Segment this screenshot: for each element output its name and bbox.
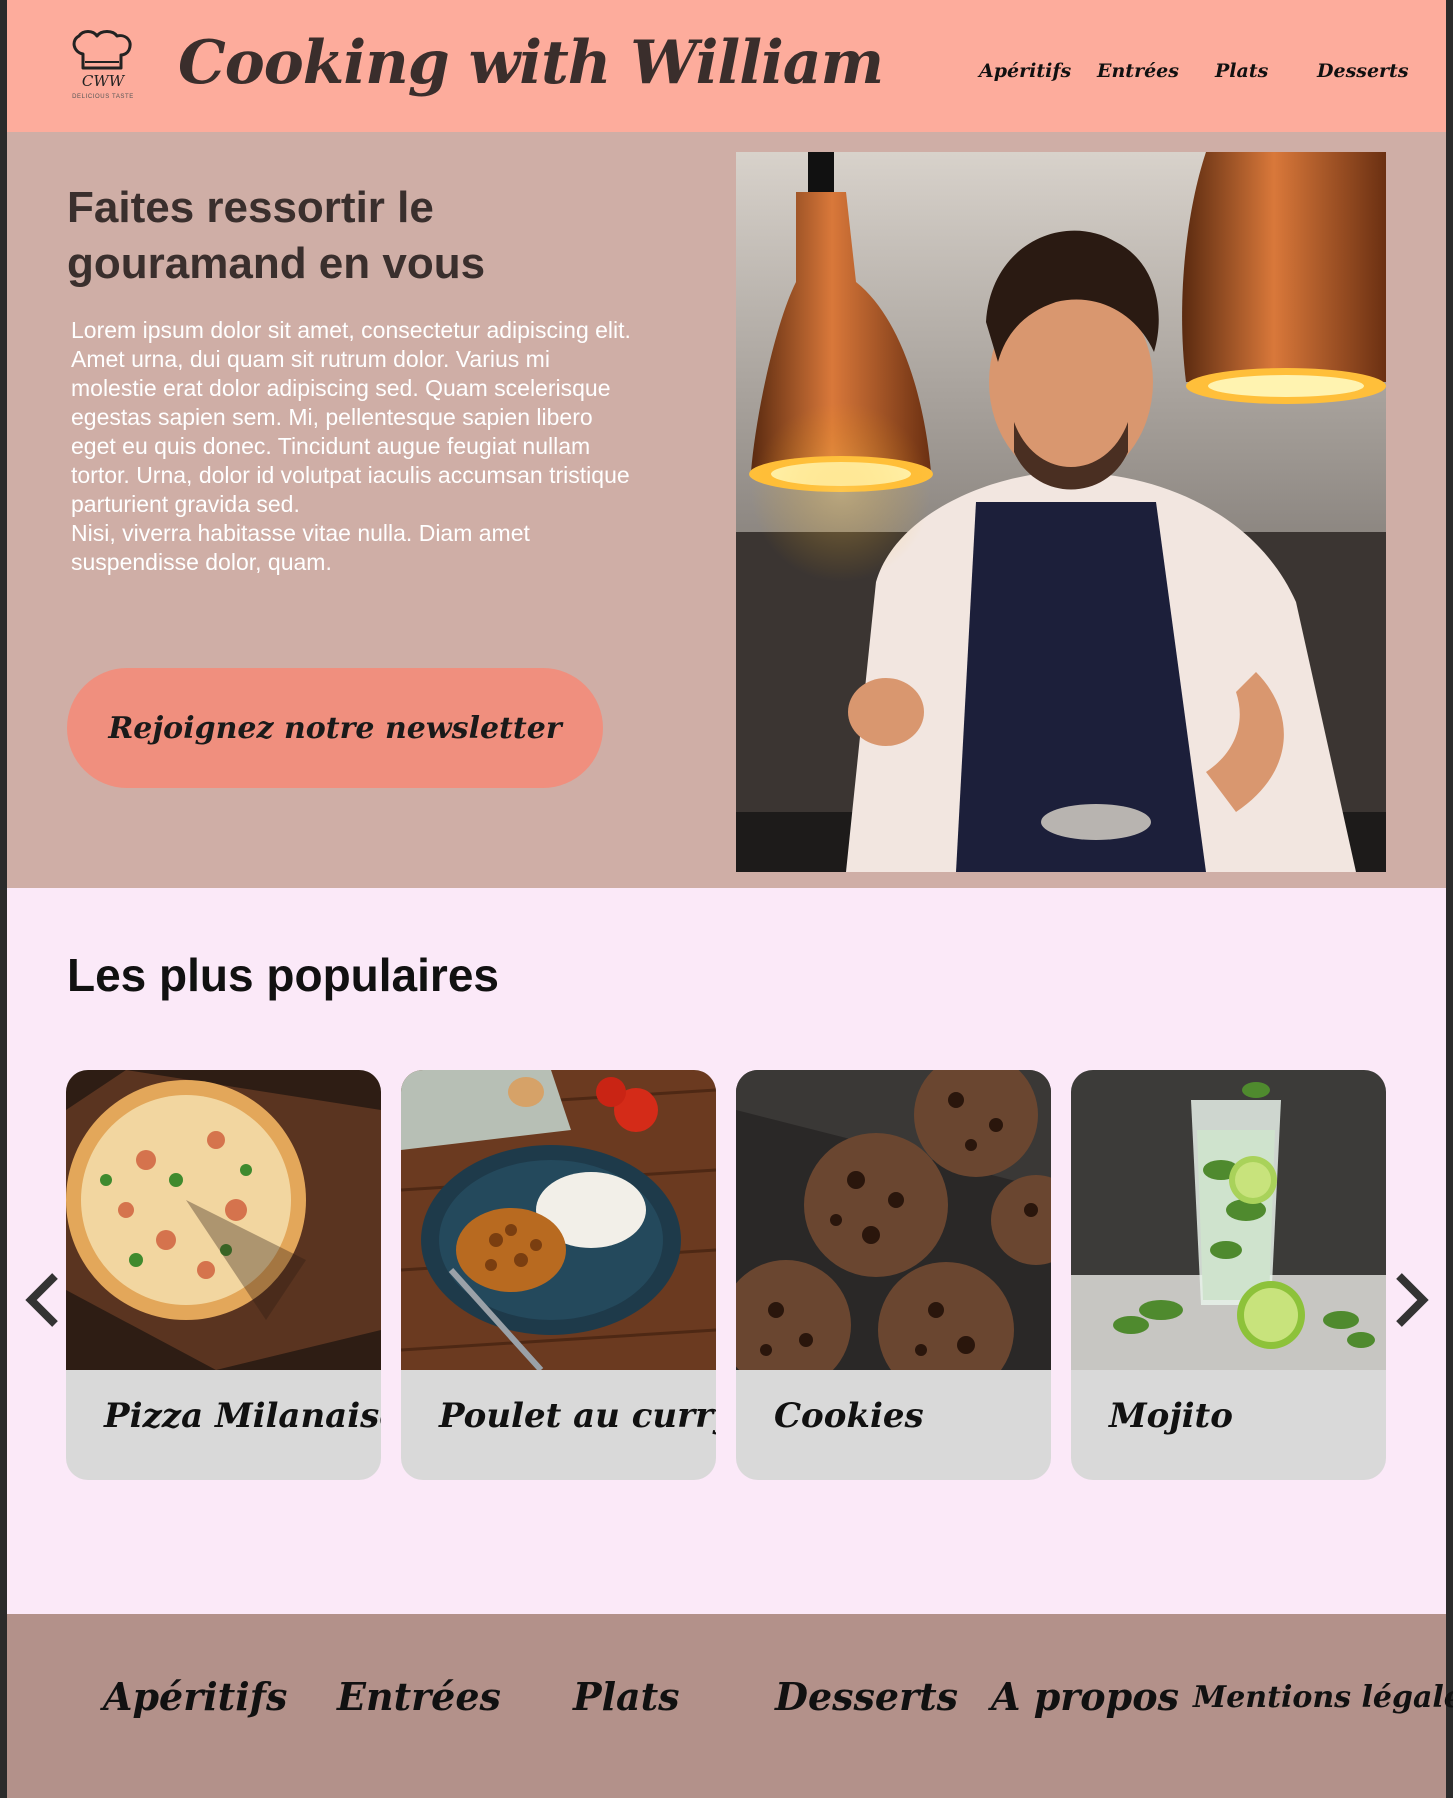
site-header: CWW DELICIOUS TASTE Cooking with William… [7, 0, 1446, 132]
hero-description: Lorem ipsum dolor sit amet, consectetur … [71, 316, 631, 577]
cookies-photo [736, 1070, 1051, 1370]
card-label: Mojito [1109, 1396, 1233, 1436]
card-label: Cookies [774, 1396, 924, 1436]
footer-link-mentions-legales[interactable]: Mentions légales [1193, 1680, 1453, 1715]
logo-tagline: DELICIOUS TASTE [72, 94, 134, 100]
page: CWW DELICIOUS TASTE Cooking with William… [7, 0, 1453, 1798]
pizza-photo [66, 1070, 381, 1370]
footer-link-entrees[interactable]: Entrées [337, 1674, 501, 1719]
chef-photo [736, 152, 1386, 872]
site-logo[interactable]: CWW DELICIOUS TASTE [63, 28, 143, 104]
carousel-prev-button[interactable] [23, 1270, 63, 1330]
chevron-right-icon [1396, 1273, 1429, 1327]
footer-link-desserts[interactable]: Desserts [775, 1674, 958, 1719]
nav-link-aperitifs[interactable]: Apéritifs [979, 60, 1071, 82]
chef-hat-icon [72, 30, 132, 70]
card-label: Poulet au curry [439, 1396, 716, 1436]
site-footer: Apéritifs Entrées Plats Desserts A propo… [7, 1614, 1453, 1798]
carousel-next-button[interactable] [1391, 1270, 1431, 1330]
hero-paragraph-1: Lorem ipsum dolor sit amet, consectetur … [71, 317, 631, 517]
newsletter-button[interactable]: Rejoignez notre newsletter [67, 668, 603, 788]
mojito-photo [1071, 1070, 1386, 1370]
top-nav: Apéritifs Entrées Plats Desserts [967, 60, 1409, 90]
chevron-left-icon [25, 1273, 58, 1327]
recipe-card-curry[interactable]: Poulet au curry [401, 1070, 716, 1480]
recipe-card-pizza[interactable]: Pizza Milanaise [66, 1070, 381, 1480]
logo-text: CWW [81, 72, 125, 90]
nav-link-plats[interactable]: Plats [1215, 60, 1268, 82]
card-label: Pizza Milanaise [104, 1396, 381, 1436]
nav-link-entrees[interactable]: Entrées [1097, 60, 1179, 82]
site-title: Cooking with William [178, 28, 884, 98]
curry-photo [401, 1070, 716, 1370]
hero-section: Faites ressortir le gouramand en vous Lo… [7, 132, 1446, 888]
footer-link-a-propos[interactable]: A propos [991, 1674, 1179, 1719]
recipe-card-cookies[interactable]: Cookies [736, 1070, 1051, 1480]
footer-link-aperitifs[interactable]: Apéritifs [103, 1674, 287, 1719]
hero-paragraph-2: Nisi, viverra habitasse vitae nulla. Dia… [71, 520, 530, 575]
footer-link-plats[interactable]: Plats [573, 1674, 680, 1719]
popular-title: Les plus populaires [67, 949, 499, 1001]
nav-link-desserts[interactable]: Desserts [1317, 60, 1409, 82]
recipe-card-mojito[interactable]: Mojito [1071, 1070, 1386, 1480]
hero-title: Faites ressortir le gouramand en vous [67, 183, 486, 288]
